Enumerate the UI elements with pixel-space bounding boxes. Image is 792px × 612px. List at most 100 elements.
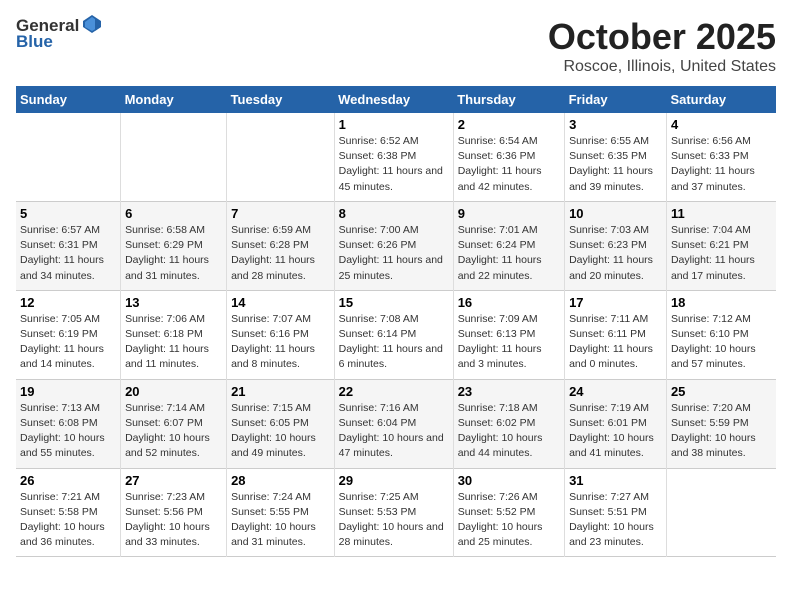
day-header-monday: Monday [121, 86, 227, 113]
day-info: Sunrise: 7:09 AMSunset: 6:13 PMDaylight:… [458, 312, 560, 373]
day-header-thursday: Thursday [453, 86, 564, 113]
day-number: 16 [458, 295, 560, 310]
calendar-cell: 24 Sunrise: 7:19 AMSunset: 6:01 PMDayligh… [565, 379, 667, 468]
day-info: Sunrise: 7:23 AMSunset: 5:56 PMDaylight:… [125, 490, 222, 551]
calendar-cell: 29 Sunrise: 7:25 AMSunset: 5:53 PMDayligh… [334, 468, 453, 557]
calendar-cell: 26 Sunrise: 7:21 AMSunset: 5:58 PMDayligh… [16, 468, 121, 557]
calendar-cell [16, 113, 121, 201]
location: Roscoe, Illinois, United States [548, 58, 776, 76]
calendar-cell: 25 Sunrise: 7:20 AMSunset: 5:59 PMDayligh… [666, 379, 776, 468]
day-info: Sunrise: 7:21 AMSunset: 5:58 PMDaylight:… [20, 490, 116, 551]
day-number: 5 [20, 206, 116, 221]
day-info: Sunrise: 6:58 AMSunset: 6:29 PMDaylight:… [125, 223, 222, 284]
day-number: 21 [231, 384, 330, 399]
day-info: Sunrise: 7:06 AMSunset: 6:18 PMDaylight:… [125, 312, 222, 373]
calendar-cell: 18 Sunrise: 7:12 AMSunset: 6:10 PMDayligh… [666, 290, 776, 379]
day-number: 23 [458, 384, 560, 399]
calendar-cell: 13 Sunrise: 7:06 AMSunset: 6:18 PMDayligh… [121, 290, 227, 379]
calendar-cell: 21 Sunrise: 7:15 AMSunset: 6:05 PMDayligh… [227, 379, 335, 468]
day-number: 27 [125, 473, 222, 488]
calendar-cell: 5 Sunrise: 6:57 AMSunset: 6:31 PMDaylight… [16, 201, 121, 290]
calendar-cell: 23 Sunrise: 7:18 AMSunset: 6:02 PMDayligh… [453, 379, 564, 468]
calendar-cell: 6 Sunrise: 6:58 AMSunset: 6:29 PMDaylight… [121, 201, 227, 290]
calendar-cell: 27 Sunrise: 7:23 AMSunset: 5:56 PMDayligh… [121, 468, 227, 557]
calendar-cell: 28Sunrise: 7:24 AMSunset: 5:55 PMDayligh… [227, 468, 335, 557]
day-number: 25 [671, 384, 772, 399]
calendar-cell: 17 Sunrise: 7:11 AMSunset: 6:11 PMDayligh… [565, 290, 667, 379]
day-number: 8 [339, 206, 449, 221]
day-info: Sunrise: 7:14 AMSunset: 6:07 PMDaylight:… [125, 401, 222, 462]
day-header-saturday: Saturday [666, 86, 776, 113]
day-number: 15 [339, 295, 449, 310]
day-header-row: SundayMondayTuesdayWednesdayThursdayFrid… [16, 86, 776, 113]
day-info: Sunrise: 7:15 AMSunset: 6:05 PMDaylight:… [231, 401, 330, 462]
day-info: Sunrise: 7:08 AMSunset: 6:14 PMDaylight:… [339, 312, 449, 373]
day-number: 30 [458, 473, 560, 488]
day-info: Sunrise: 7:16 AMSunset: 6:04 PMDaylight:… [339, 401, 449, 462]
calendar-cell: 10 Sunrise: 7:03 AMSunset: 6:23 PMDayligh… [565, 201, 667, 290]
day-info: Sunrise: 7:03 AMSunset: 6:23 PMDaylight:… [569, 223, 662, 284]
calendar-cell: 1Sunrise: 6:52 AMSunset: 6:38 PMDaylight… [334, 113, 453, 201]
day-number: 17 [569, 295, 662, 310]
calendar-cell: 12Sunrise: 7:05 AMSunset: 6:19 PMDayligh… [16, 290, 121, 379]
day-number: 18 [671, 295, 772, 310]
day-number: 3 [569, 117, 662, 132]
week-row-1: 1Sunrise: 6:52 AMSunset: 6:38 PMDaylight… [16, 113, 776, 201]
day-info: Sunrise: 7:13 AMSunset: 6:08 PMDaylight:… [20, 401, 116, 462]
week-row-4: 19 Sunrise: 7:13 AMSunset: 6:08 PMDayligh… [16, 379, 776, 468]
day-number: 22 [339, 384, 449, 399]
day-header-sunday: Sunday [16, 86, 121, 113]
day-number: 20 [125, 384, 222, 399]
calendar-cell: 20 Sunrise: 7:14 AMSunset: 6:07 PMDayligh… [121, 379, 227, 468]
calendar-cell: 22 Sunrise: 7:16 AMSunset: 6:04 PMDayligh… [334, 379, 453, 468]
day-number: 19 [20, 384, 116, 399]
day-number: 26 [20, 473, 116, 488]
day-number: 31 [569, 473, 662, 488]
day-number: 24 [569, 384, 662, 399]
day-info: Sunrise: 7:05 AMSunset: 6:19 PMDaylight:… [20, 312, 116, 373]
day-info: Sunrise: 7:18 AMSunset: 6:02 PMDaylight:… [458, 401, 560, 462]
day-info: Sunrise: 7:04 AMSunset: 6:21 PMDaylight:… [671, 223, 772, 284]
calendar-cell: 16 Sunrise: 7:09 AMSunset: 6:13 PMDayligh… [453, 290, 564, 379]
day-number: 14 [231, 295, 330, 310]
calendar-cell: 30Sunrise: 7:26 AMSunset: 5:52 PMDayligh… [453, 468, 564, 557]
day-info: Sunrise: 7:07 AMSunset: 6:16 PMDaylight:… [231, 312, 330, 373]
calendar-cell [121, 113, 227, 201]
calendar-cell: 7Sunrise: 6:59 AMSunset: 6:28 PMDaylight… [227, 201, 335, 290]
calendar-cell: 19 Sunrise: 7:13 AMSunset: 6:08 PMDayligh… [16, 379, 121, 468]
logo-icon [81, 13, 103, 35]
day-number: 10 [569, 206, 662, 221]
calendar-cell: 15 Sunrise: 7:08 AMSunset: 6:14 PMDayligh… [334, 290, 453, 379]
calendar-cell [666, 468, 776, 557]
day-info: Sunrise: 6:59 AMSunset: 6:28 PMDaylight:… [231, 223, 330, 284]
day-header-wednesday: Wednesday [334, 86, 453, 113]
day-info: Sunrise: 6:57 AMSunset: 6:31 PMDaylight:… [20, 223, 116, 284]
header: General Blue October 2025 Roscoe, Illino… [16, 16, 776, 76]
calendar-cell: 31 Sunrise: 7:27 AMSunset: 5:51 PMDayligh… [565, 468, 667, 557]
day-info: Sunrise: 7:19 AMSunset: 6:01 PMDaylight:… [569, 401, 662, 462]
day-info: Sunrise: 6:54 AMSunset: 6:36 PMDaylight:… [458, 134, 560, 195]
day-number: 2 [458, 117, 560, 132]
day-info: Sunrise: 6:56 AMSunset: 6:33 PMDaylight:… [671, 134, 772, 195]
title-area: October 2025 Roscoe, Illinois, United St… [548, 16, 776, 76]
week-row-3: 12Sunrise: 7:05 AMSunset: 6:19 PMDayligh… [16, 290, 776, 379]
calendar-cell: 4 Sunrise: 6:56 AMSunset: 6:33 PMDaylight… [666, 113, 776, 201]
day-header-friday: Friday [565, 86, 667, 113]
day-info: Sunrise: 7:11 AMSunset: 6:11 PMDaylight:… [569, 312, 662, 373]
day-info: Sunrise: 7:20 AMSunset: 5:59 PMDaylight:… [671, 401, 772, 462]
day-info: Sunrise: 7:12 AMSunset: 6:10 PMDaylight:… [671, 312, 772, 373]
day-info: Sunrise: 7:01 AMSunset: 6:24 PMDaylight:… [458, 223, 560, 284]
calendar-table: SundayMondayTuesdayWednesdayThursdayFrid… [16, 86, 776, 557]
day-number: 6 [125, 206, 222, 221]
calendar-cell: 8 Sunrise: 7:00 AMSunset: 6:26 PMDaylight… [334, 201, 453, 290]
calendar-cell: 14 Sunrise: 7:07 AMSunset: 6:16 PMDayligh… [227, 290, 335, 379]
day-number: 4 [671, 117, 772, 132]
day-number: 29 [339, 473, 449, 488]
day-number: 9 [458, 206, 560, 221]
day-number: 13 [125, 295, 222, 310]
day-info: Sunrise: 7:25 AMSunset: 5:53 PMDaylight:… [339, 490, 449, 551]
day-info: Sunrise: 7:24 AMSunset: 5:55 PMDaylight:… [231, 490, 330, 551]
week-row-2: 5 Sunrise: 6:57 AMSunset: 6:31 PMDaylight… [16, 201, 776, 290]
day-info: Sunrise: 7:00 AMSunset: 6:26 PMDaylight:… [339, 223, 449, 284]
day-info: Sunrise: 7:27 AMSunset: 5:51 PMDaylight:… [569, 490, 662, 551]
